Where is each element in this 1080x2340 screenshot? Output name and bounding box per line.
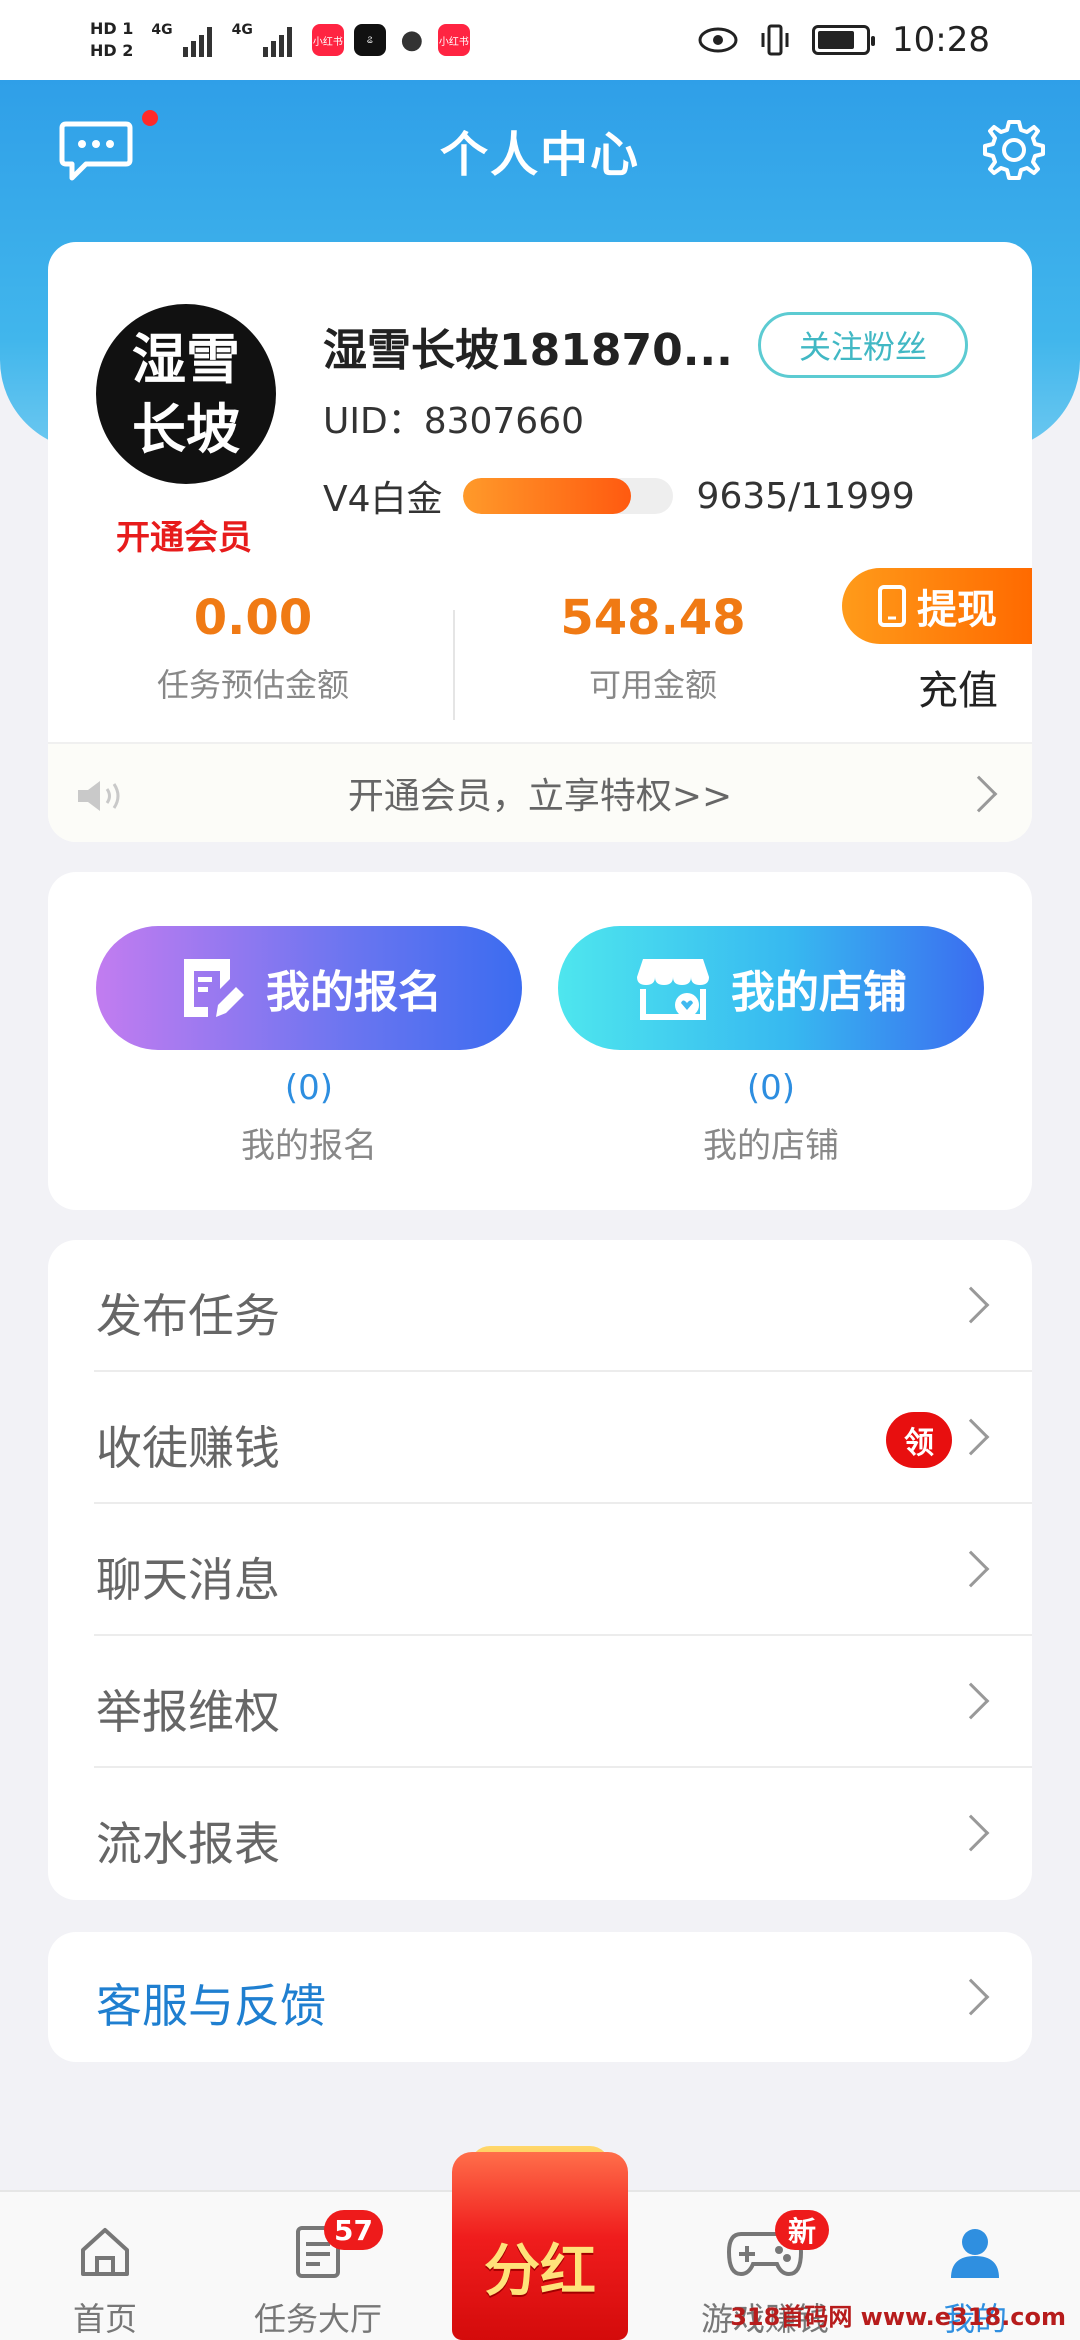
watermark: 318首码网 www.e318.com bbox=[730, 2303, 1066, 2331]
status-right: 10:28 bbox=[698, 20, 990, 60]
menu-item-chat-messages[interactable]: 聊天消息 bbox=[48, 1504, 1032, 1636]
form-edit-icon bbox=[184, 959, 244, 1017]
estimated-amount-label: 任务预估金额 bbox=[156, 666, 349, 704]
follow-fans-button[interactable]: 关注粉丝 bbox=[758, 312, 968, 378]
estimated-amount-stat[interactable]: 0.00 任务预估金额 bbox=[118, 590, 388, 706]
gear-icon bbox=[983, 120, 1045, 180]
level-progress-bar bbox=[462, 478, 673, 514]
home-icon bbox=[81, 2228, 129, 2276]
message-button[interactable] bbox=[58, 118, 134, 184]
claim-badge: 领 bbox=[886, 1412, 952, 1468]
nav-home[interactable]: 首页 bbox=[15, 2222, 195, 2340]
chevron-right-icon bbox=[952, 1814, 990, 1852]
clock: 10:28 bbox=[892, 20, 990, 60]
speaker-icon bbox=[78, 781, 120, 811]
available-amount-label: 可用金额 bbox=[588, 666, 717, 704]
avatar[interactable]: 湿雪 长坡 bbox=[96, 304, 276, 484]
my-signup-button[interactable]: 我的报名 bbox=[96, 926, 522, 1050]
xiaohongshu-app-icon-2: 小红书 bbox=[437, 24, 470, 56]
chevron-right-icon bbox=[960, 775, 998, 813]
dividend-label: 分红 bbox=[484, 2238, 596, 2304]
service-label: 客服与反馈 bbox=[96, 1979, 326, 2033]
action-card: 我的报名 我的店铺 (0) 我的报名 (0) 我的店铺 bbox=[48, 872, 1032, 1210]
page-title: 个人中心 bbox=[439, 127, 640, 183]
username: 湿雪长坡181870... bbox=[323, 325, 733, 376]
status-bar: HD 1 HD 2 4G 4G 小红书 ଌ ● 小红书 10:28 bbox=[0, 0, 1080, 80]
withdraw-button[interactable]: 提现 bbox=[842, 568, 1032, 644]
menu-item-label: 举报维权 bbox=[96, 1685, 280, 1739]
notice-text: 开通会员，立享特权>> bbox=[347, 776, 733, 817]
menu-item-label: 流水报表 bbox=[96, 1817, 280, 1871]
message-icon bbox=[59, 121, 133, 181]
stat-divider bbox=[453, 610, 455, 720]
signup-count: (0) bbox=[284, 1068, 334, 1108]
chevron-right-icon bbox=[952, 1978, 990, 2016]
vip-notice-bar[interactable]: 开通会员，立享特权>> bbox=[48, 742, 1032, 842]
menu-item-label: 收徒赚钱 bbox=[96, 1421, 280, 1475]
vibrate-icon bbox=[761, 24, 789, 56]
menu-item-publish-task[interactable]: 发布任务 bbox=[48, 1240, 1032, 1372]
chevron-right-icon bbox=[952, 1418, 990, 1456]
recharge-link[interactable]: 充值 bbox=[918, 658, 998, 716]
my-shop-button-label: 我的店铺 bbox=[731, 967, 907, 1018]
menu-item-recruit-earn[interactable]: 收徒赚钱 领 bbox=[48, 1372, 1032, 1504]
unread-dot bbox=[142, 110, 158, 126]
shop-label: 我的店铺 bbox=[703, 1126, 839, 1166]
user-icon bbox=[951, 2229, 999, 2278]
my-shop-button[interactable]: 我的店铺 bbox=[558, 926, 984, 1050]
nav-home-label: 首页 bbox=[72, 2300, 137, 2338]
customer-service-feedback[interactable]: 客服与反馈 bbox=[48, 1932, 1032, 2062]
signal-icon bbox=[182, 23, 212, 57]
menu-list: 发布任务 收徒赚钱 领 聊天消息 举报维权 流水报表 bbox=[48, 1240, 1032, 1900]
shop-icon bbox=[637, 959, 709, 1020]
level-label: V4白金 bbox=[323, 479, 443, 520]
my-signup-button-label: 我的报名 bbox=[266, 967, 442, 1018]
chat-bubble-icon: ● bbox=[400, 25, 424, 55]
network-type-1: 4G bbox=[151, 22, 173, 38]
menu-item-report-rights[interactable]: 举报维权 bbox=[48, 1636, 1032, 1768]
level-progress-fill bbox=[462, 478, 631, 514]
menu-item-label: 聊天消息 bbox=[96, 1553, 280, 1607]
status-left: HD 1 HD 2 4G 4G 小红书 ଌ ● 小红书 bbox=[90, 18, 470, 62]
signup-label: 我的报名 bbox=[241, 1126, 377, 1166]
user-id: UID：8307660 bbox=[323, 401, 585, 442]
level-value: 9635/11999 bbox=[696, 475, 915, 517]
estimated-amount: 0.00 bbox=[193, 590, 313, 646]
app-notification-icon: ଌ bbox=[353, 24, 386, 56]
chevron-right-icon bbox=[952, 1682, 990, 1720]
xiaohongshu-app-icon: 小红书 bbox=[311, 24, 344, 56]
eye-icon bbox=[698, 27, 738, 53]
available-amount-stat[interactable]: 548.48 可用金额 bbox=[518, 590, 788, 706]
shop-count: (0) bbox=[746, 1068, 796, 1108]
settings-button[interactable] bbox=[982, 118, 1046, 182]
level-row: V4白金 9635/11999 bbox=[323, 470, 915, 522]
new-badge: 新 bbox=[775, 2210, 829, 2250]
signal-icon-2 bbox=[262, 23, 292, 57]
hd-indicator: HD 1 HD 2 bbox=[90, 19, 134, 60]
profile-card: 湿雪 长坡 开通会员 湿雪长坡181870... 关注粉丝 UID：830766… bbox=[48, 242, 1032, 842]
task-count-badge: 57 bbox=[324, 2210, 383, 2250]
withdraw-label: 提现 bbox=[917, 587, 997, 633]
network-type-2: 4G bbox=[231, 22, 253, 38]
available-amount: 548.48 bbox=[560, 590, 746, 646]
nav-task-hall-label: 任务大厅 bbox=[253, 2300, 382, 2338]
open-vip-link[interactable]: 开通会员 bbox=[84, 510, 284, 559]
phone-icon bbox=[878, 585, 906, 627]
battery-icon bbox=[812, 25, 876, 55]
chevron-right-icon bbox=[952, 1286, 990, 1324]
nav-task-hall[interactable]: 任务大厅 57 bbox=[228, 2210, 408, 2340]
menu-item-label: 发布任务 bbox=[96, 1289, 280, 1343]
chevron-right-icon bbox=[952, 1550, 990, 1588]
dividend-red-packet-button[interactable]: 分红 bbox=[452, 2152, 628, 2340]
menu-item-transaction-report[interactable]: 流水报表 bbox=[48, 1768, 1032, 1900]
